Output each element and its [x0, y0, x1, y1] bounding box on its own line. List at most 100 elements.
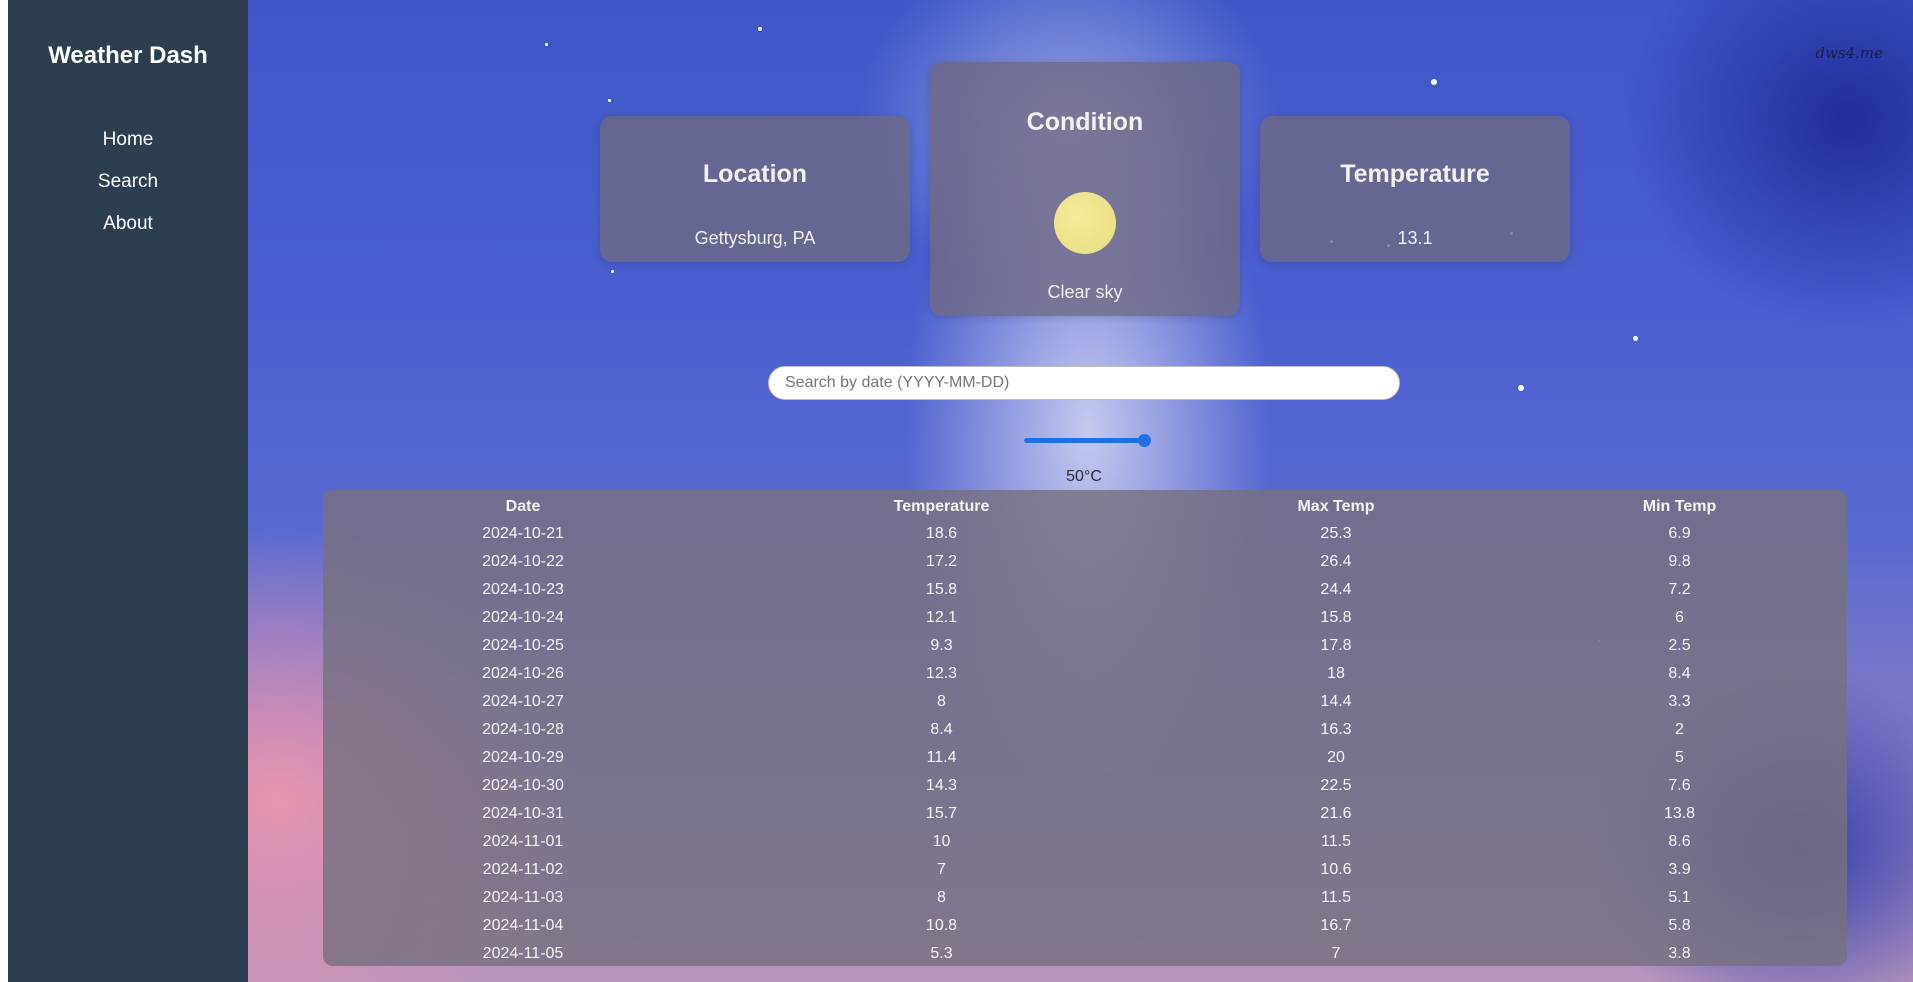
table-row[interactable]: 2024-11-01 10 11.5 8.6 — [323, 828, 1847, 856]
star-dot — [1633, 336, 1638, 341]
table-row[interactable]: 2024-10-23 15.8 24.4 7.2 — [323, 576, 1847, 604]
table-row[interactable]: 2024-10-29 11.4 20 5 — [323, 744, 1847, 772]
cell-min-temp: 7.6 — [1668, 777, 1691, 794]
cell-temperature: 10 — [932, 833, 951, 850]
location-value: Gettysburg, PA — [694, 228, 816, 248]
cell-date: 2024-11-04 — [482, 917, 564, 934]
watermark: dws4.me — [1815, 44, 1883, 62]
cell-min-temp: 3.3 — [1668, 693, 1691, 710]
cell-max-temp: 14.4 — [1320, 693, 1352, 710]
cell-max-temp: 26.4 — [1320, 553, 1352, 570]
cell-temperature: 9.3 — [930, 637, 953, 654]
nav-item-search[interactable]: Search — [8, 170, 248, 212]
nav-item-home[interactable]: Home — [8, 128, 248, 170]
cell-temperature: 8 — [937, 889, 946, 906]
cell-temperature: 8.4 — [930, 721, 953, 738]
cell-max-temp: 16.3 — [1320, 721, 1352, 738]
cell-temperature: 15.7 — [925, 805, 958, 822]
cell-date: 2024-10-24 — [482, 609, 564, 626]
table-row[interactable]: 2024-11-04 10.8 16.7 5.8 — [323, 912, 1847, 940]
cell-max-temp: 21.6 — [1320, 805, 1352, 822]
table-row[interactable]: 2024-11-02 7 10.6 3.9 — [323, 856, 1847, 884]
cell-date: 2024-10-31 — [482, 805, 564, 822]
table-row[interactable]: 2024-10-25 9.3 17.8 2.5 — [323, 632, 1847, 660]
cell-max-temp: 18 — [1327, 665, 1345, 682]
cell-date: 2024-10-28 — [482, 721, 564, 738]
table-row[interactable]: 2024-10-21 18.6 25.3 6.9 — [323, 520, 1847, 548]
cell-max-temp: 20 — [1327, 749, 1345, 766]
star-dot — [1431, 79, 1437, 85]
cell-min-temp: 13.8 — [1663, 805, 1696, 822]
cell-max-temp: 7 — [1331, 945, 1341, 962]
table-row[interactable]: 2024-10-30 14.3 22.5 7.6 — [323, 772, 1847, 800]
cell-date: 2024-10-22 — [482, 553, 564, 570]
cell-max-temp: 10.6 — [1320, 861, 1352, 878]
cell-min-temp: 2 — [1675, 721, 1684, 738]
table-row[interactable]: 2024-10-22 17.2 26.4 9.8 — [323, 548, 1847, 576]
cell-max-temp: 16.7 — [1320, 917, 1352, 934]
cell-temperature: 11.4 — [926, 749, 957, 766]
date-search-input[interactable] — [768, 366, 1400, 400]
cell-max-temp: 11.5 — [1321, 833, 1351, 850]
cell-date: 2024-10-25 — [482, 637, 564, 654]
column-header-date[interactable]: Date — [323, 490, 723, 520]
cell-temperature: 12.1 — [925, 609, 958, 626]
cell-max-temp: 22.5 — [1320, 777, 1352, 794]
column-header-min-temp[interactable]: Min Temp — [1512, 490, 1847, 520]
nav-item-about[interactable]: About — [8, 212, 248, 254]
cell-min-temp: 5.1 — [1668, 889, 1691, 906]
condition-value: Clear sky — [1047, 282, 1123, 302]
cell-temperature: 8 — [937, 693, 946, 710]
app-brand[interactable]: Weather Dash — [8, 42, 248, 70]
temperature-slider[interactable] — [1024, 434, 1151, 447]
sidebar: Weather Dash Home Search About — [8, 0, 248, 982]
sidebar-nav: Home Search About — [8, 128, 248, 254]
cell-date: 2024-10-21 — [482, 525, 564, 542]
sun-icon — [1054, 192, 1116, 254]
star-dot — [758, 27, 762, 31]
cell-date: 2024-10-26 — [482, 665, 564, 682]
cell-temperature: 15.8 — [925, 581, 958, 598]
cell-min-temp: 6.9 — [1668, 525, 1691, 542]
cell-date: 2024-10-23 — [482, 581, 564, 598]
cell-temperature: 14.3 — [925, 777, 958, 794]
star-dot — [545, 43, 548, 46]
cell-temperature: 18.6 — [925, 525, 958, 542]
condition-card-title: Condition — [1026, 108, 1144, 136]
cell-date: 2024-10-29 — [482, 749, 564, 766]
table-row[interactable]: 2024-11-03 8 11.5 5.1 — [323, 884, 1847, 912]
star-dot — [611, 270, 614, 273]
table-row[interactable]: 2024-10-28 8.4 16.3 2 — [323, 716, 1847, 744]
cell-temperature: 7 — [937, 861, 946, 878]
table-row[interactable]: 2024-10-31 15.7 21.6 13.8 — [323, 800, 1847, 828]
column-header-max-temp[interactable]: Max Temp — [1160, 490, 1512, 520]
cell-date: 2024-11-01 — [482, 833, 564, 850]
table-header-row: Date Temperature Max Temp Min Temp — [323, 490, 1847, 520]
cell-min-temp: 8.6 — [1668, 833, 1691, 850]
cell-min-temp: 5.8 — [1668, 917, 1691, 934]
slider-thumb[interactable] — [1138, 434, 1151, 447]
table-row[interactable]: 2024-10-27 8 14.4 3.3 — [323, 688, 1847, 716]
cell-min-temp: 3.8 — [1668, 945, 1691, 962]
table-row[interactable]: 2024-10-24 12.1 15.8 6 — [323, 604, 1847, 632]
cell-max-temp: 15.8 — [1320, 609, 1352, 626]
cell-min-temp: 2.5 — [1668, 637, 1691, 654]
cell-max-temp: 25.3 — [1320, 525, 1352, 542]
table-row[interactable]: 2024-11-05 5.3 7 3.8 — [323, 940, 1847, 966]
table-row[interactable]: 2024-10-26 12.3 18 8.4 — [323, 660, 1847, 688]
column-header-temperature[interactable]: Temperature — [723, 490, 1160, 520]
cell-max-temp: 11.5 — [1321, 889, 1351, 906]
cell-min-temp: 5 — [1675, 749, 1684, 766]
main-content: dws4.me Location Gettysburg, PA Conditio… — [248, 0, 1913, 982]
slider-fill — [1024, 438, 1144, 443]
location-card: Location Gettysburg, PA — [600, 116, 910, 262]
cell-date: 2024-11-03 — [482, 889, 564, 906]
temperature-card-title: Temperature — [1340, 160, 1490, 188]
cell-max-temp: 24.4 — [1320, 581, 1352, 598]
cell-temperature: 12.3 — [925, 665, 958, 682]
weather-table: Date Temperature Max Temp Min Temp 2024-… — [323, 490, 1847, 966]
weather-table-panel: Date Temperature Max Temp Min Temp 2024-… — [323, 490, 1847, 966]
cell-max-temp: 17.8 — [1320, 637, 1352, 654]
star-dot — [1518, 385, 1524, 391]
cell-min-temp: 8.4 — [1668, 665, 1691, 682]
